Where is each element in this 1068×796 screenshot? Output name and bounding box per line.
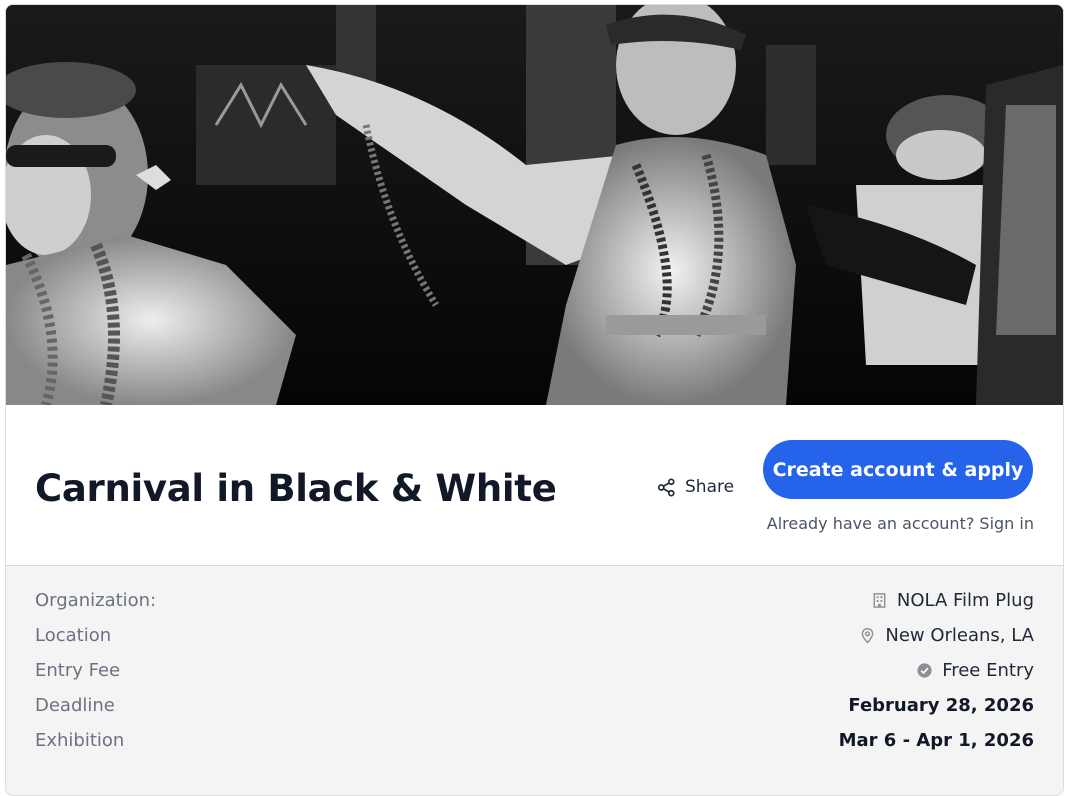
location-label: Location bbox=[35, 625, 112, 646]
event-card: Carnival in Black & White Share Create a… bbox=[5, 4, 1064, 796]
entry-fee-text: Free Entry bbox=[942, 660, 1034, 681]
organization-name: NOLA Film Plug bbox=[896, 590, 1034, 611]
sign-in-link[interactable]: Already have an account? Sign in bbox=[767, 514, 1034, 533]
event-title: Carnival in Black & White bbox=[35, 467, 557, 510]
event-details: Organization: NOLA Film Plug Location Ne… bbox=[6, 566, 1063, 795]
share-icon bbox=[657, 477, 675, 497]
check-circle-icon bbox=[917, 663, 932, 678]
entry-fee-label: Entry Fee bbox=[35, 660, 121, 681]
organization-value[interactable]: NOLA Film Plug bbox=[871, 590, 1034, 611]
exhibition-value: Mar 6 - Apr 1, 2026 bbox=[838, 730, 1034, 751]
building-icon bbox=[873, 593, 886, 608]
hero-image bbox=[6, 5, 1063, 405]
map-pin-icon bbox=[862, 627, 874, 644]
location-text: New Orleans, LA bbox=[885, 625, 1034, 646]
exhibition-label: Exhibition bbox=[35, 730, 125, 751]
share-label: Share bbox=[685, 477, 735, 497]
location-value: New Orleans, LA bbox=[859, 625, 1034, 646]
detail-row-exhibition: Exhibition Mar 6 - Apr 1, 2026 bbox=[6, 728, 1063, 763]
entry-fee-value: Free Entry bbox=[916, 660, 1034, 681]
event-header: Carnival in Black & White Share Create a… bbox=[6, 405, 1063, 566]
detail-row-deadline: Deadline February 28, 2026 bbox=[6, 693, 1063, 728]
deadline-label: Deadline bbox=[35, 695, 115, 716]
detail-row-entry-fee: Entry Fee Free Entry bbox=[6, 658, 1063, 693]
share-button[interactable]: Share bbox=[657, 477, 734, 497]
organization-label: Organization: bbox=[35, 590, 157, 611]
deadline-value: February 28, 2026 bbox=[848, 695, 1034, 716]
create-account-apply-button[interactable]: Create account & apply bbox=[763, 440, 1033, 499]
hero-photo-illustration bbox=[6, 5, 1063, 405]
detail-row-location: Location New Orleans, LA bbox=[6, 623, 1063, 658]
detail-row-organization: Organization: NOLA Film Plug bbox=[6, 588, 1063, 623]
